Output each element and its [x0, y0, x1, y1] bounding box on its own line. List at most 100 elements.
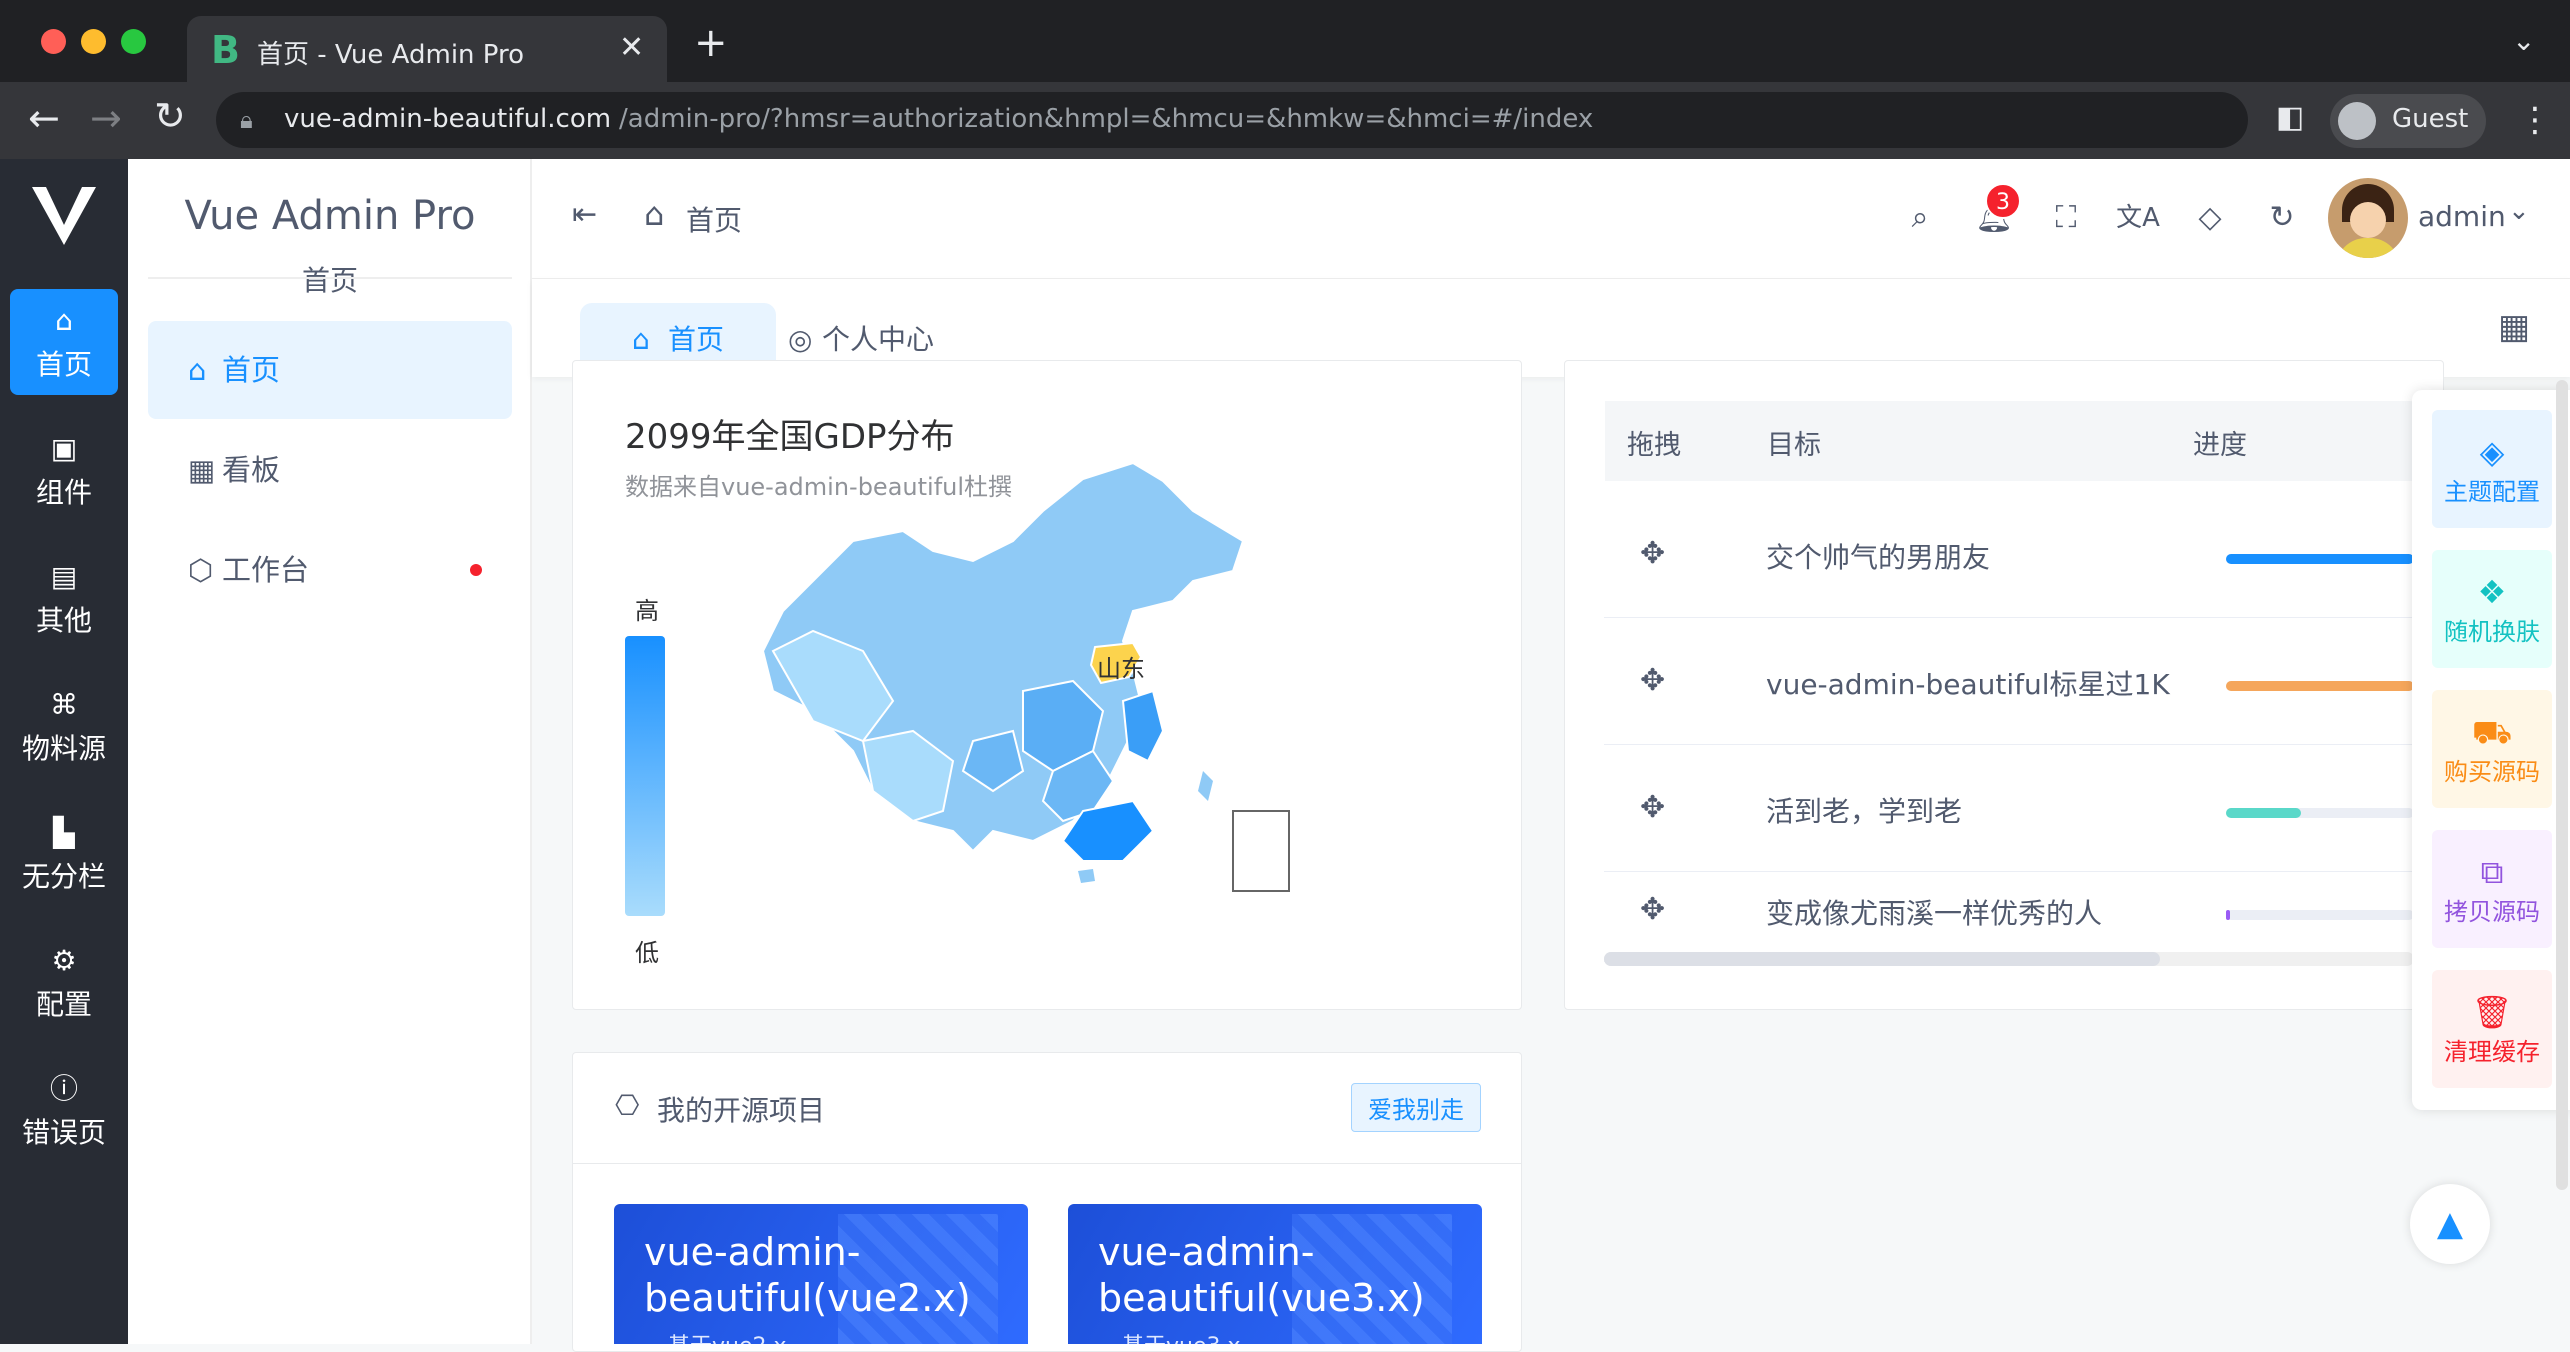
drag-handle-icon[interactable]: ✥	[1640, 892, 1665, 927]
subnav-item-dashboard[interactable]: ▦ 看板	[148, 421, 512, 519]
close-tab-icon[interactable]: ✕	[619, 30, 644, 65]
back-icon[interactable]: ←	[28, 96, 60, 140]
profile-name: Guest	[2392, 104, 2469, 134]
sidebar-item-label: 配置	[35, 988, 92, 1021]
progress-track	[2226, 808, 2414, 818]
button-label: 购买源码	[2444, 758, 2540, 786]
profile-chip[interactable]: Guest	[2330, 94, 2486, 148]
trash-icon: 🗑︎	[2471, 993, 2513, 1031]
new-badge-dot	[470, 564, 482, 576]
maximize-window-button[interactable]	[121, 29, 146, 54]
refresh-icon[interactable]: ↻	[2260, 196, 2304, 240]
sidebar-item-label: 首页	[35, 348, 92, 381]
translate-icon[interactable]: 文A	[2116, 196, 2160, 240]
home-icon: ⌂	[188, 353, 207, 387]
subnav-item-label: 看板	[222, 453, 281, 487]
sidebar-item-settings[interactable]: ⚙ 配置	[10, 929, 118, 1035]
browser-tab[interactable]: B 首页 - Vue Admin Pro ✕	[187, 16, 667, 82]
clear-cache-button[interactable]: 🗑︎ 清理缓存	[2432, 970, 2552, 1088]
column-header-drag: 拖拽	[1627, 430, 1681, 461]
map-province-hainan	[1078, 869, 1095, 883]
close-window-button[interactable]	[41, 29, 66, 54]
drag-handle-icon[interactable]: ✥	[1640, 663, 1665, 698]
sidebar-item-no-column[interactable]: ▙ 无分栏	[10, 801, 118, 907]
primary-sidebar: ⌂ 首页 ▣ 组件 ▤ 其他 ⌘ 物料源 ▙ 无分栏 ⚙ 配置 ⓘ 错误页	[0, 159, 128, 1344]
collapse-menu-icon[interactable]: ⇤	[572, 197, 597, 232]
love-tag[interactable]: 爱我别走	[1351, 1083, 1481, 1132]
sidebar-item-home[interactable]: ⌂ 首页	[10, 289, 118, 395]
browser-menu-icon[interactable]: ⋮	[2518, 100, 2552, 140]
brush-icon: ◈	[2479, 433, 2505, 471]
subnav-item-label: 工作台	[222, 553, 310, 587]
progress-fill	[2226, 554, 2414, 564]
sidepanel-icon[interactable]: ◧	[2276, 100, 2304, 135]
progress-track	[2226, 910, 2414, 920]
profile-avatar-icon	[2338, 102, 2376, 140]
drag-handle-icon[interactable]: ✥	[1640, 536, 1665, 571]
horizontal-scrollbar[interactable]	[1604, 952, 2414, 966]
goal-text: 变成像尤雨溪一样优秀的人	[1766, 897, 2103, 930]
goal-text: 交个帅气的男朋友	[1766, 541, 1991, 574]
project-card-vue3[interactable]: vue-admin- beautiful(vue3.x) 基于vue3.x	[1068, 1204, 1482, 1344]
favicon-icon: B	[211, 28, 240, 72]
address-bar[interactable]: 🔒︎ vue-admin-beautiful.com /admin-pro/?h…	[216, 92, 2248, 148]
china-map[interactable]: 山东	[753, 451, 1353, 931]
buy-source-button[interactable]: ⛟ 购买源码	[2432, 690, 2552, 808]
goal-text: 活到老，学到老	[1766, 795, 1963, 828]
chevron-down-icon[interactable]: ⌄	[2508, 196, 2530, 226]
column-header-goal: 目标	[1767, 430, 1821, 461]
layout-icon: ▙	[53, 816, 75, 849]
avatar[interactable]	[2328, 178, 2408, 258]
tab-title: 首页 - Vue Admin Pro	[257, 40, 525, 70]
secondary-sidebar: Vue Admin Pro 首页 ⌂ 首页 ▦ 看板 ⬡ 工作台	[128, 159, 532, 1344]
back-to-top-button[interactable]: ▲	[2410, 1184, 2490, 1264]
sidebar-item-components[interactable]: ▣ 组件	[10, 417, 118, 523]
page-scrollbar[interactable]	[2556, 380, 2568, 1190]
sidebar-item-other[interactable]: ▤ 其他	[10, 545, 118, 651]
table-header: 拖拽 目标 进度	[1605, 401, 2445, 481]
url-path: /admin-pro/?hmsr=authorization&hmpl=&hmc…	[619, 104, 1594, 134]
grid-icon[interactable]: ▦	[2498, 307, 2530, 347]
column-header-progress: 进度	[2193, 430, 2247, 461]
scrollbar-thumb[interactable]	[1604, 952, 2160, 966]
legend-high-label: 高	[635, 597, 659, 625]
minimize-window-button[interactable]	[81, 29, 106, 54]
url-domain: vue-admin-beautiful.com	[284, 104, 612, 134]
table-row[interactable]: ✥ 变成像尤雨溪一样优秀的人	[1604, 872, 2414, 962]
sidebar-item-materials[interactable]: ⌘ 物料源	[10, 673, 118, 779]
goal-text: vue-admin-beautiful标星过1K	[1766, 668, 2170, 701]
sidebar-item-error[interactable]: ⓘ 错误页	[10, 1057, 118, 1163]
project-name-line2: beautiful(vue3.x)	[1098, 1276, 1425, 1320]
search-icon[interactable]: ⌕	[1898, 196, 1942, 240]
drag-handle-icon[interactable]: ✥	[1640, 790, 1665, 825]
visual-map-bar[interactable]	[625, 636, 665, 916]
forward-icon[interactable]: →	[90, 96, 122, 140]
table-row[interactable]: ✥ 交个帅气的男朋友	[1604, 492, 2414, 618]
theme-icon[interactable]: ◇	[2188, 196, 2232, 240]
cart-icon: ⛟	[2471, 713, 2513, 751]
reload-icon[interactable]: ↻	[154, 94, 186, 138]
south-china-sea-inset	[1232, 810, 1290, 892]
subnav-item-workbench[interactable]: ⬡ 工作台	[148, 521, 512, 619]
sidebar-item-label: 物料源	[21, 732, 106, 765]
chevron-down-icon[interactable]: ⌄	[2512, 24, 2535, 57]
copy-source-button[interactable]: ⧉ 拷贝源码	[2432, 830, 2552, 948]
theme-config-button[interactable]: ◈ 主题配置	[2432, 410, 2552, 528]
floating-tools-panel: ◈ 主题配置 ❖ 随机换肤 ⛟ 购买源码 ⧉ 拷贝源码 🗑︎ 清理缓存	[2412, 390, 2570, 1110]
table-row[interactable]: ✥ 活到老，学到老	[1604, 746, 2414, 872]
new-tab-icon[interactable]: +	[694, 20, 728, 66]
progress-fill	[2226, 808, 2301, 818]
table-row[interactable]: ✥ vue-admin-beautiful标星过1K	[1604, 619, 2414, 745]
code-icon: ▣	[50, 432, 78, 465]
fullscreen-icon[interactable]: ⛶	[2044, 196, 2088, 240]
button-label: 清理缓存	[2444, 1038, 2540, 1066]
subnav-item-home[interactable]: ⌂ 首页	[148, 321, 512, 419]
logo-icon	[32, 187, 96, 245]
username[interactable]: admin	[2418, 200, 2506, 233]
random-skin-button[interactable]: ❖ 随机换肤	[2432, 550, 2552, 668]
button-label: 随机换肤	[2444, 618, 2540, 646]
divider	[148, 277, 512, 279]
breadcrumb[interactable]: 首页	[686, 199, 742, 239]
legend-low-label: 低	[635, 939, 659, 967]
project-card-vue2[interactable]: vue-admin- beautiful(vue2.x) 基于vue2.x	[614, 1204, 1028, 1344]
